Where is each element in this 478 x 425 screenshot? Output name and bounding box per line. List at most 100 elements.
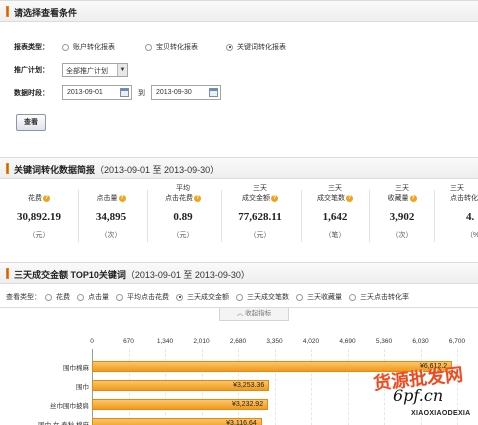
section-marker [6, 6, 9, 17]
radio-icon [236, 293, 243, 301]
radio-icon [296, 293, 303, 301]
start-date-input[interactable]: 2013-09-01 [62, 85, 132, 100]
radio-selected-icon [226, 43, 233, 51]
summary-section-title: 关键词转化数据简报（2013-09-01 至 2013-09-30） [14, 165, 220, 175]
metric-name: 三天 收藏量 [387, 185, 410, 202]
metric-value: 0.89 [173, 211, 193, 223]
metric-value: 77,628.11 [238, 211, 282, 223]
start-date-value: 2013-09-01 [67, 89, 103, 96]
summary-date-range: （2013-09-01 至 2013-09-30） [95, 165, 220, 175]
metric-name: 花费 [28, 195, 42, 202]
report-type-label: 报表类型： [14, 44, 49, 51]
metric-unit: （次） [391, 232, 413, 239]
help-icon[interactable]: ? [43, 194, 50, 202]
plan-select[interactable]: 全部推广计划 ▼ [62, 63, 128, 77]
axis-tick-label: 4,020 [302, 338, 320, 345]
plan-label: 推广计划： [14, 67, 49, 74]
chart-bar[interactable]: ¥3,116.64 [92, 418, 262, 425]
metric-3day-amount: 三天 成交金额? 77,628.11 （元） [224, 184, 296, 246]
help-icon[interactable]: ? [409, 194, 417, 202]
top10-section-title: 三天成交金额 TOP10关键词（2013-09-01 至 2013-09-30） [14, 270, 250, 280]
view-button[interactable]: 查看 [16, 114, 46, 131]
help-icon[interactable]: ? [346, 194, 353, 202]
radio-view-clicks[interactable]: 点击量 [77, 292, 109, 302]
metric-3day-conversion: 三天 点击转化 4. （% [438, 184, 478, 246]
chart-bar[interactable]: ¥3,253.36 [92, 380, 270, 391]
metric-cost: 花费? 30,892.19 （元） [6, 184, 72, 246]
query-section-title: 请选择查看条件 [14, 8, 78, 18]
top10-section-header: 三天成交金额 TOP10关键词（2013-09-01 至 2013-09-30） [0, 262, 478, 284]
metric-value: 34,895 [95, 211, 127, 223]
axis-tick-label: 3,350 [266, 338, 283, 345]
to-label: 到 [138, 89, 145, 97]
chevron-down-icon: ▼ [117, 64, 127, 76]
view-type-row: 查看类型： 花费 点击量 平均点击花费 三天成交金额 三天成交笔数 三天收藏量 … [6, 292, 409, 302]
metric-name: 三天 成交金额 [242, 185, 270, 202]
bar-value-label: ¥3,253.36 [233, 382, 265, 389]
metric-value: 3,902 [389, 211, 415, 223]
radio-view-3day-amount[interactable]: 三天成交金额 [176, 292, 229, 302]
metric-unit: （% [466, 232, 478, 239]
summary-section-header: 关键词转化数据简报（2013-09-01 至 2013-09-30） [0, 157, 478, 179]
top10-date-range: （2013-09-01 至 2013-09-30） [125, 270, 250, 280]
query-section-header: 请选择查看条件 [0, 0, 478, 22]
report-type-row: 报表类型： 账户转化报表 宝贝转化报表 关键词转化报表 [14, 42, 304, 52]
divider [221, 190, 222, 242]
radio-keyword-report[interactable]: 关键词转化报表 [226, 42, 286, 52]
metric-unit: （元） [28, 232, 50, 239]
radio-icon [77, 293, 84, 301]
axis-tick-label: 6,700 [448, 338, 466, 345]
bar-value-label: ¥3,232.92 [231, 401, 264, 408]
help-icon[interactable]: ? [118, 194, 126, 202]
help-icon[interactable]: ? [194, 194, 201, 202]
section-marker [6, 268, 9, 279]
metric-unit: （元） [249, 232, 271, 239]
radio-selected-icon [176, 293, 183, 301]
radio-icon [145, 43, 152, 51]
radio-item-report[interactable]: 宝贝转化报表 [145, 42, 198, 52]
collapse-metrics-toggle[interactable]: ︿ 收起指标 [219, 308, 289, 321]
metrics-panel: 花费? 30,892.19 （元） 点击量? 34,895 （次） 平均 点击花… [0, 184, 478, 246]
metric-name: 三天 成交笔数 [317, 185, 345, 202]
view-type-label: 查看类型： [6, 294, 41, 301]
end-date-input[interactable]: 2013-09-30 [151, 85, 221, 100]
radio-view-avg-cost[interactable]: 平均点击花费 [116, 292, 169, 302]
metric-clicks: 点击量? 34,895 （次） [80, 184, 142, 246]
metric-value: 30,892.19 [17, 211, 61, 223]
section-marker [6, 163, 9, 174]
category-label: 围巾棉麻 [63, 365, 89, 372]
axis-tick-label: 2,010 [193, 338, 210, 345]
divider [369, 190, 370, 242]
category-label: 围巾 女 春秋 棉麻 [38, 419, 89, 425]
calendar-icon[interactable] [120, 88, 129, 97]
axis-tick-label: 5,360 [375, 338, 393, 345]
period-label: 数据时段： [14, 89, 49, 97]
radio-view-3day-conversion[interactable]: 三天点击转化率 [349, 292, 409, 302]
radio-view-3day-orders[interactable]: 三天成交笔数 [236, 292, 289, 302]
axis-tick-label: 6,030 [412, 338, 429, 345]
chart-bar[interactable]: ¥3,232.92 [92, 399, 269, 410]
metric-avg-click-cost: 平均 点击花费? 0.89 （元） [150, 184, 216, 246]
radio-view-3day-favorites[interactable]: 三天收藏量 [296, 292, 342, 302]
category-label: 围巾 [76, 384, 89, 391]
divider [147, 190, 148, 242]
help-icon[interactable]: ? [271, 194, 278, 202]
axis-tick-label: 1,340 [156, 338, 174, 345]
radio-icon [349, 293, 356, 301]
radio-view-cost[interactable]: 花费 [45, 292, 70, 302]
calendar-icon[interactable] [209, 88, 218, 97]
axis-tick-label: 2,680 [229, 338, 247, 345]
radio-account-report[interactable]: 账户转化报表 [62, 42, 115, 52]
bar-value-label: ¥3,116.64 [226, 420, 257, 425]
plan-select-value: 全部推广计划 [66, 68, 108, 75]
metric-name: 三天 点击转化 [450, 185, 478, 202]
axis-tick-label: 670 [123, 338, 134, 345]
metric-3day-orders: 三天 成交笔数? 1,642 （笔） [304, 184, 366, 246]
radio-icon [62, 43, 69, 51]
axis-tick-label: 0 [90, 338, 94, 345]
metric-value: 1,642 [322, 211, 348, 223]
metric-unit: （笔） [324, 232, 346, 239]
divider [434, 190, 435, 242]
metric-name: 点击量 [96, 195, 118, 202]
metric-3day-favorites: 三天 收藏量? 3,902 （次） [372, 184, 432, 246]
